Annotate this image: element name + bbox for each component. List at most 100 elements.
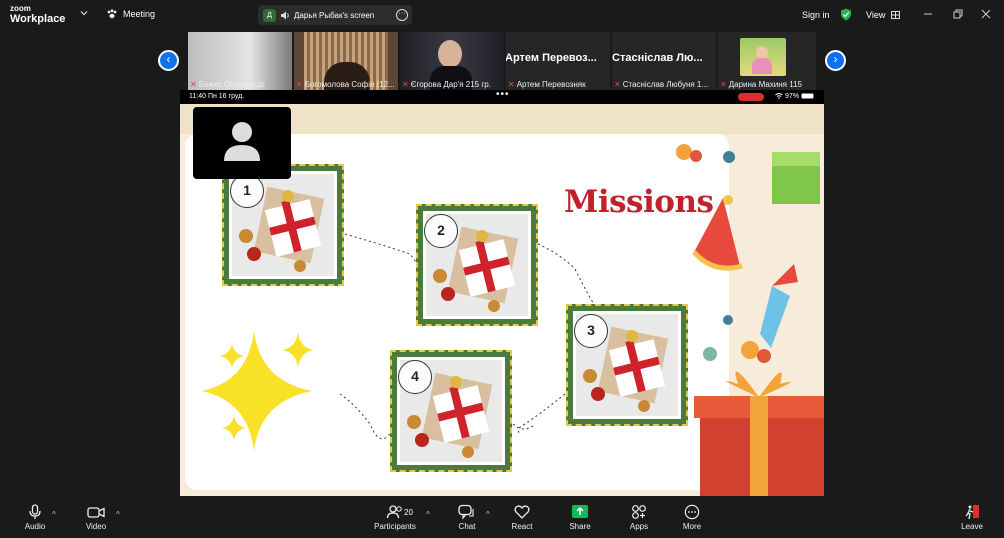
participants-label: Participants [374,522,416,531]
camera-icon [87,507,105,518]
mic-muted-icon: ✕ [614,80,621,89]
grid-view-icon [890,11,900,19]
react-button[interactable]: React [510,504,534,531]
wifi-icon [775,93,783,99]
participant-tile[interactable]: Артем Перевоз... ✕ Артем Перевозняк [506,32,610,90]
next-page-button[interactable]: › [825,50,846,71]
participants-icon [386,505,402,519]
leave-button[interactable]: Leave [960,504,984,531]
share-label: Дарья Рыбак's screen [294,10,375,20]
chat-button[interactable]: Chat [456,504,478,531]
participant-caption: ✕ Артем Перевозняк [508,80,586,89]
self-video-tile[interactable] [193,107,291,179]
more-button[interactable]: More [681,504,703,531]
audio-label: Audio [24,522,46,531]
participant-caption: ✕ Стасніслав Любуня 1... [614,80,708,89]
participant-caption: ✕ Єгорова Дар'я 215 гр. [402,80,491,89]
participant-tile[interactable]: ✕ Єгорова Дар'я 215 гр. [400,32,504,90]
share-button[interactable]: Share [568,504,592,531]
mission-number: 4 [398,360,432,394]
apps-button[interactable]: Apps [628,504,650,531]
paw-icon [107,9,117,19]
leave-icon [965,505,979,520]
mission-card: 4 [390,350,512,472]
more-icon [684,504,700,520]
mission-card: 1 [222,164,344,286]
mission-number: 2 [424,214,458,248]
title-bar: zoom Workplace Meeting Д Дарья Рыбак's s… [0,0,1004,30]
speaker-icon [281,11,289,19]
chat-options-chevron-icon[interactable]: ^ [486,510,490,519]
meeting-label: Meeting [123,9,156,19]
mic-muted-icon: ✕ [508,80,515,89]
apps-icon [632,505,646,519]
chat-label: Chat [458,522,476,531]
video-button[interactable]: Video [84,504,108,531]
video-label: Video [85,522,107,531]
leave-label: Leave [961,522,983,531]
participant-caption: ✕ Богомолова Софія (12... [296,80,395,89]
audio-button[interactable]: Audio [22,504,48,531]
participant-caption: ✕ Дарина Махиня 115 [720,80,802,89]
participant-name: Артем Перевозняк [516,80,586,89]
user-avatar-icon [224,122,260,161]
heart-icon [514,505,530,519]
encryption-shield-icon[interactable] [840,8,852,21]
battery-status: 97% [775,93,815,100]
chevron-down-icon[interactable] [80,9,88,17]
participant-tile[interactable]: Стасніслав Лю... ✕ Стасніслав Любуня 1... [612,32,716,90]
shared-device-status-bar: 11:40 Пн 16 груд. ••• 97% [180,89,824,104]
screen-share-indicator[interactable]: Д Дарья Рыбак's screen ··· [258,5,412,25]
mission-card: 2 [416,204,538,326]
more-label: More [682,522,702,531]
zoom-logo: zoom Workplace [10,4,66,25]
close-icon[interactable] [980,8,992,20]
slide-title: Missions [564,184,714,220]
participant-name: Стасніслав Любуня 1... [622,80,709,89]
mic-muted-icon: ✕ [296,80,303,89]
chat-icon [458,504,474,520]
mission-number: 3 [574,314,608,348]
participant-name: Дарина Махиня 115 [728,80,802,89]
mic-muted-icon: ✕ [402,80,409,89]
share-label: Share [569,522,591,531]
restore-icon[interactable] [952,8,964,20]
share-screen-icon [572,505,588,518]
participant-caption: ✕ Божко Олександр [190,80,265,89]
participants-options-chevron-icon[interactable]: ^ [426,510,430,519]
battery-percent: 97% [785,93,800,100]
minimize-icon[interactable] [922,8,934,20]
participant-name: Богомолова Софія (12... [304,80,395,89]
mission-card: 3 [566,304,688,426]
battery-icon [801,93,814,99]
sign-in-link[interactable]: Sign in [802,10,830,20]
video-options-chevron-icon[interactable]: ^ [116,510,120,519]
microphone-icon [29,504,41,519]
participants-count: 20 [404,508,413,517]
participant-display-name: Стасніслав Лю... [612,52,703,64]
sparkle-decoration [202,331,314,451]
participant-tile[interactable]: ✕ Богомолова Софія (12... [294,32,398,90]
participant-tile[interactable]: ✕ Дарина Махиня 115 [718,32,816,90]
meeting-toolbar: Audio ^ Video ^ Participants 20 ^ Chat ^… [0,500,1004,538]
view-button[interactable]: View [866,10,900,20]
mission-number: 1 [230,174,264,208]
react-label: React [511,522,533,531]
audio-options-chevron-icon[interactable]: ^ [52,510,56,519]
participant-name: Божко Олександр [198,80,265,89]
participant-name: Єгорова Дар'я 215 гр. [410,80,491,89]
brand-line2: Workplace [10,13,66,25]
view-label: View [866,10,886,20]
participant-tile[interactable]: ✕ Божко Олександр [188,32,292,90]
mic-muted-icon: ✕ [190,80,197,89]
participant-display-name: Артем Перевоз... [506,52,597,64]
sharer-avatar: Д [263,8,276,22]
device-time: 11:40 Пн 16 груд. [189,93,245,100]
more-dots-icon: ••• [496,89,510,100]
mic-muted-icon: ✕ [720,80,727,89]
apps-label: Apps [629,522,649,531]
meeting-info-button[interactable]: Meeting [106,8,155,20]
previous-page-button[interactable]: ‹ [158,50,179,71]
more-options-icon[interactable]: ··· [396,9,408,21]
recording-indicator [738,93,764,101]
